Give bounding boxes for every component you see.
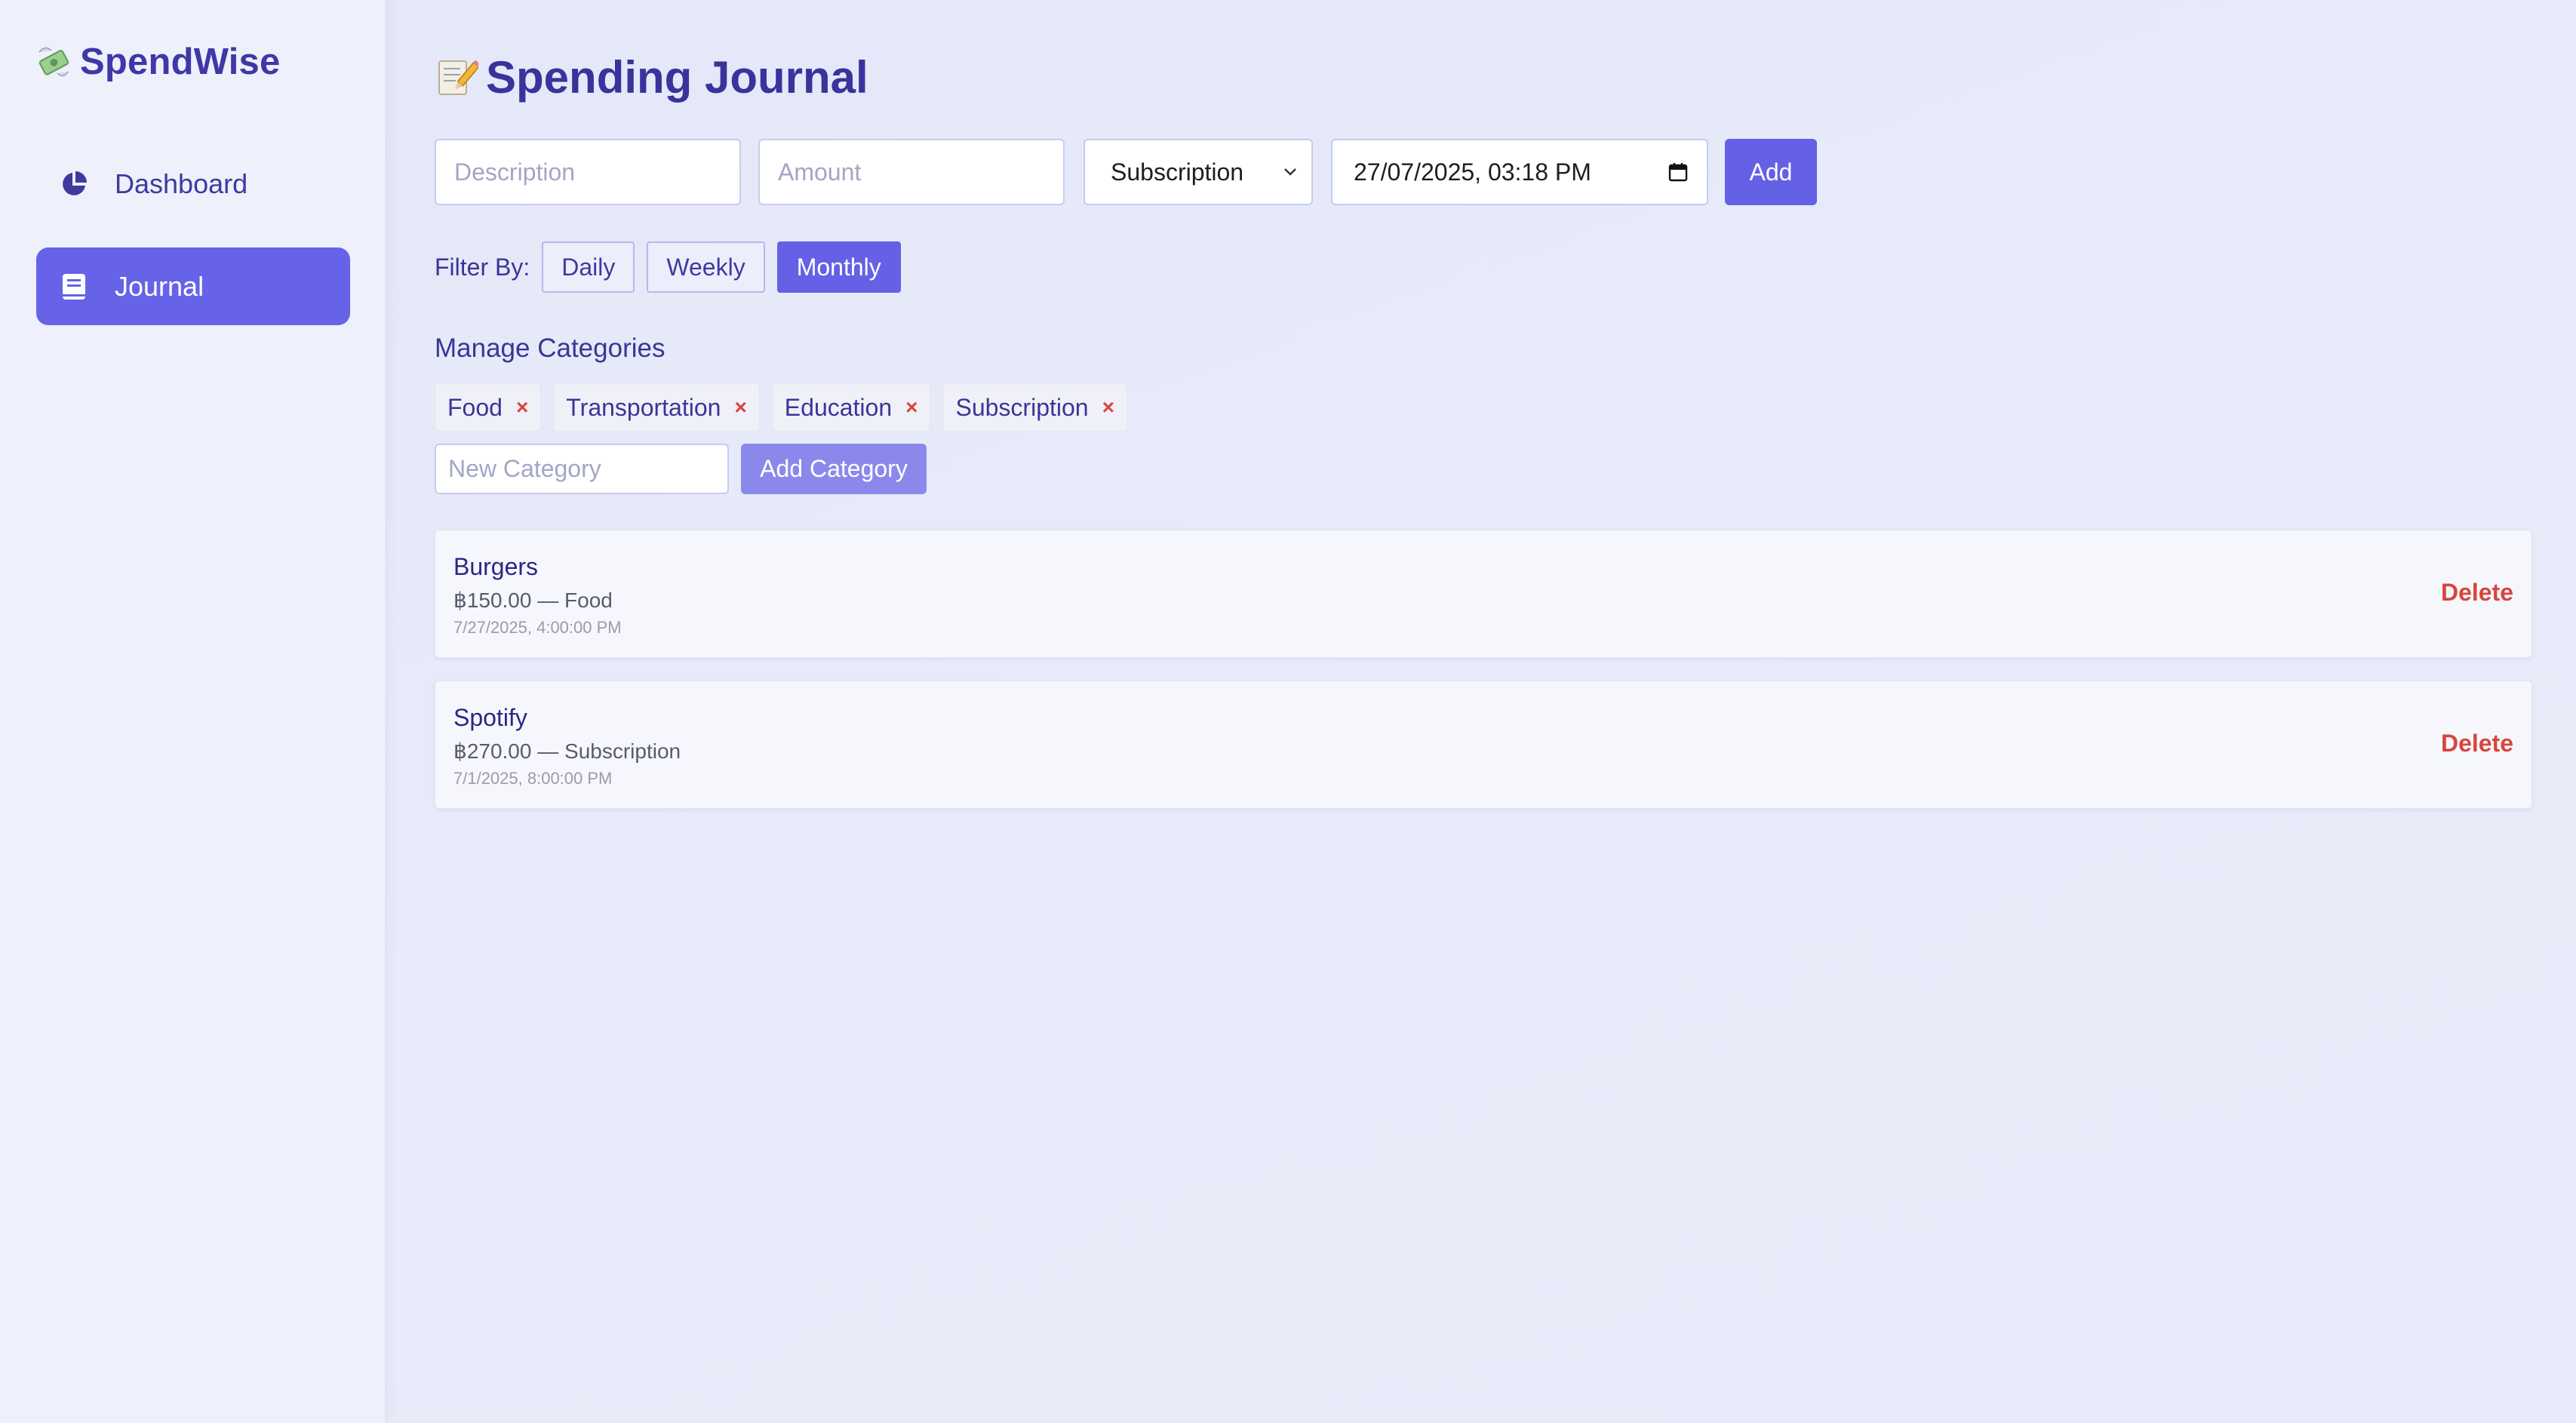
category-select[interactable]: Subscription [1084, 139, 1313, 205]
sidebar: SpendWise Dashboard Journal [0, 0, 386, 1423]
calendar-icon[interactable] [1668, 161, 1689, 183]
journal-entry: Spotify ฿270.00 — Subscription 7/1/2025,… [435, 681, 2532, 809]
entry-date: 7/1/2025, 8:00:00 PM [453, 769, 613, 788]
category-chip: Subscription × [942, 383, 1127, 432]
chevron-down-icon [1284, 168, 1296, 176]
delete-entry-button[interactable]: Delete [2441, 579, 2513, 607]
category-chip-label: Subscription [955, 393, 1089, 421]
entry-title: Burgers [453, 553, 539, 580]
filter-label: Filter By: [435, 253, 530, 281]
category-chip: Transportation × [553, 383, 760, 432]
datetime-input[interactable]: 27/07/2025, 03:18 PM [1331, 139, 1708, 205]
entry-date: 7/27/2025, 4:00:00 PM [453, 618, 622, 637]
manage-categories-heading: Manage Categories [435, 333, 666, 363]
category-select-value: Subscription [1111, 158, 1244, 186]
sidebar-item-label: Dashboard [115, 168, 248, 199]
journal-entry: Burgers ฿150.00 — Food 7/27/2025, 4:00:0… [435, 530, 2532, 658]
category-chip-label: Education [784, 393, 893, 421]
new-category-input[interactable]: New Category [435, 444, 729, 494]
description-placeholder: Description [454, 158, 576, 186]
category-chip-label: Transportation [566, 393, 721, 421]
category-chip: Education × [771, 383, 931, 432]
category-chip-label: Food [447, 393, 503, 421]
new-category-placeholder: New Category [448, 455, 601, 482]
add-button[interactable]: Add [1725, 139, 1817, 205]
amount-input[interactable]: Amount [758, 139, 1065, 205]
pie-chart-icon [59, 169, 89, 199]
entry-amount-category: ฿270.00 — Subscription [453, 739, 681, 763]
sidebar-item-dashboard[interactable]: Dashboard [36, 145, 350, 223]
brand[interactable]: SpendWise [35, 38, 280, 86]
remove-category-icon[interactable]: × [1102, 395, 1114, 420]
entry-amount-category: ฿150.00 — Food [453, 589, 613, 612]
filter-monthly-button[interactable]: Monthly [776, 241, 901, 293]
entry-title: Spotify [453, 704, 527, 731]
sidebar-item-journal[interactable]: Journal [36, 247, 350, 325]
book-icon [59, 272, 89, 302]
filter-weekly-button[interactable]: Weekly [647, 241, 765, 293]
page-title: Spending Journal [435, 50, 868, 104]
remove-category-icon[interactable]: × [516, 395, 528, 420]
remove-category-icon[interactable]: × [734, 395, 746, 420]
category-chip-list: Food × Transportation × Education × Subs… [435, 383, 1127, 432]
datetime-value: 27/07/2025, 03:18 PM [1354, 158, 1591, 186]
filter-bar: Filter By: Daily Weekly Monthly [435, 241, 913, 293]
main-content: Spending Journal Description Amount Subs… [435, 0, 2576, 1423]
remove-category-icon[interactable]: × [905, 395, 918, 420]
money-with-wings-icon [38, 47, 69, 77]
category-chip: Food × [435, 383, 542, 432]
brand-name: SpendWise [80, 41, 281, 82]
add-category-button[interactable]: Add Category [741, 444, 927, 494]
sidebar-item-label: Journal [115, 270, 204, 302]
page-title-text: Spending Journal [486, 51, 868, 103]
amount-placeholder: Amount [778, 158, 862, 186]
memo-icon [438, 60, 478, 95]
delete-entry-button[interactable]: Delete [2441, 730, 2513, 758]
filter-daily-button[interactable]: Daily [542, 241, 635, 293]
description-input[interactable]: Description [435, 139, 741, 205]
